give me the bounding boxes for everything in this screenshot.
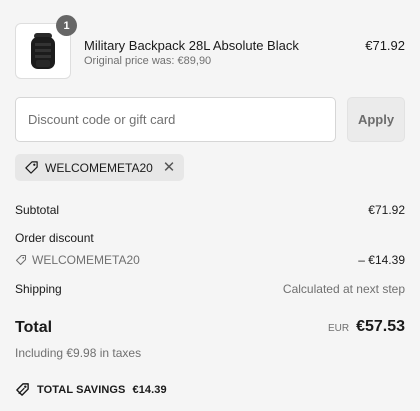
tag-icon <box>15 254 27 266</box>
total-savings: TOTAL SAVINGS €14.39 <box>15 382 167 397</box>
quantity-badge: 1 <box>56 15 77 36</box>
applied-discount-code: WELCOMEMETA20 <box>45 160 153 175</box>
order-discount-label: Order discount <box>15 231 94 245</box>
order-discount-value: – €14.39 <box>358 253 405 267</box>
total-label: Total <box>15 319 53 336</box>
discount-code-input[interactable] <box>15 97 336 142</box>
subtotal-label: Subtotal <box>15 203 60 217</box>
subtotal-value: €71.92 <box>368 203 405 217</box>
product-name: Military Backpack 28L Absolute Black <box>84 38 299 53</box>
shipping-label: Shipping <box>15 282 62 296</box>
savings-tag-icon <box>16 383 29 396</box>
total-value: €57.53 <box>356 318 405 335</box>
product-price: €71.92 <box>365 38 405 53</box>
close-icon[interactable]: ✕ <box>163 160 176 175</box>
total-currency: EUR <box>327 323 350 334</box>
applied-discount-chip: WELCOMEMETA20 ✕ <box>15 154 185 181</box>
total-amount: EUR €57.53 <box>328 318 405 336</box>
order-discount-code-row: WELCOMEMETA20 <box>15 253 140 267</box>
tag-icon <box>25 161 38 174</box>
backpack-image <box>31 33 55 69</box>
apply-discount-button[interactable]: Apply <box>347 97 405 142</box>
savings-label: TOTAL SAVINGS <box>37 383 126 396</box>
order-discount-code: WELCOMEMETA20 <box>32 253 140 267</box>
taxes-note: Including €9.98 in taxes <box>15 346 142 360</box>
shipping-value: Calculated at next step <box>282 282 405 296</box>
savings-value: €14.39 <box>132 383 167 396</box>
product-original-price: Original price was: €89,90 <box>84 55 212 67</box>
